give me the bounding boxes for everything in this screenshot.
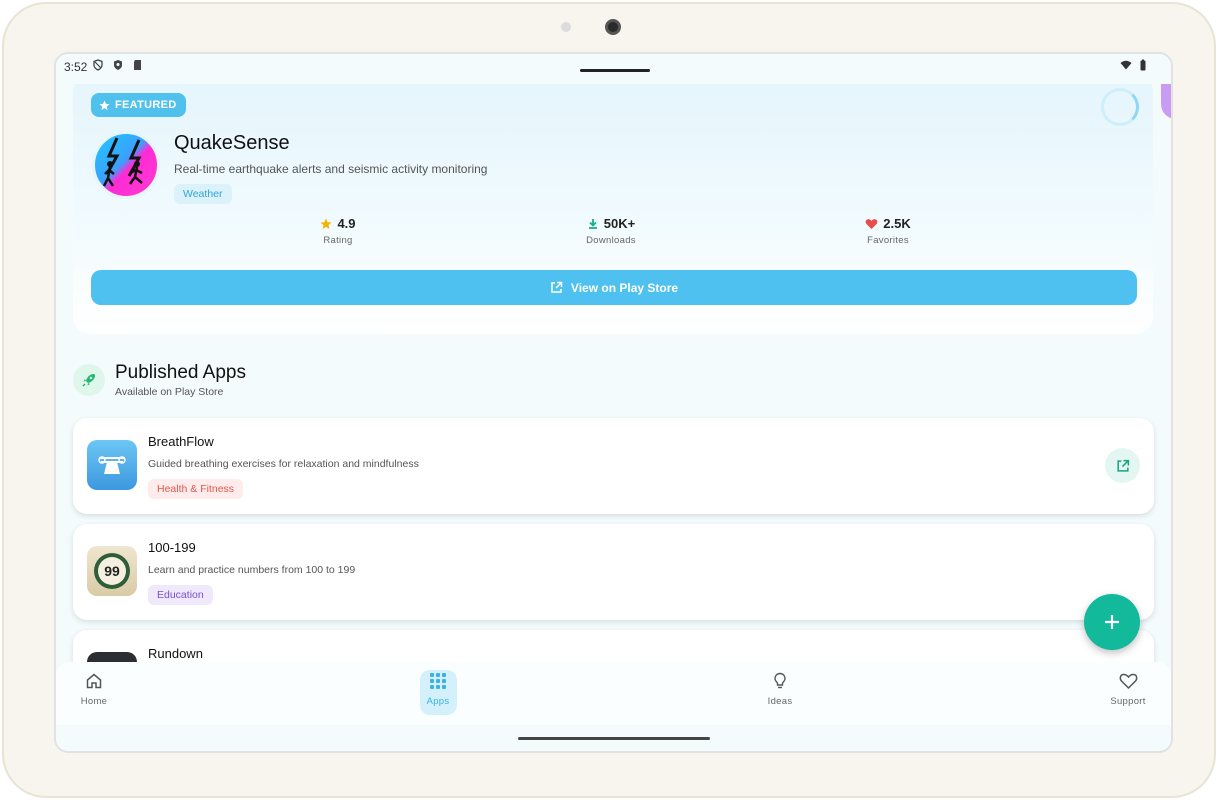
heart-outline-icon	[1119, 673, 1137, 690]
nav-label: Support	[1110, 696, 1146, 707]
featured-app-icon	[92, 131, 160, 199]
nav-label: Ideas	[767, 696, 793, 707]
loading-spinner	[1101, 88, 1139, 126]
quake-runner-icon	[102, 137, 143, 187]
featured-app-name: QuakeSense	[174, 132, 290, 154]
front-camera	[605, 19, 621, 35]
bottom-navigation: Home Apps Ideas Support	[56, 662, 1171, 725]
apps-grid-icon	[430, 673, 446, 689]
nav-home[interactable]: Home	[64, 670, 124, 707]
category-chip: Health & Fitness	[148, 479, 244, 499]
view-on-play-store-button[interactable]: View on Play Store	[91, 270, 1137, 305]
featured-app-description: Real-time earthquake alerts and seismic …	[174, 162, 488, 176]
add-app-fab[interactable]	[1084, 594, 1140, 650]
stat-label: Rating	[323, 235, 353, 246]
sensor-dot	[561, 22, 571, 32]
status-bar: 3:52	[56, 54, 1171, 84]
decorative-blob	[1161, 84, 1171, 119]
nav-support[interactable]: Support	[1098, 670, 1158, 707]
stat-favorites: 2.5K Favorites	[828, 216, 948, 246]
stat-label: Downloads	[586, 235, 636, 246]
open-external-button[interactable]	[1105, 448, 1140, 483]
stat-value: 4.9	[337, 216, 356, 231]
section-title: Published Apps	[115, 362, 246, 383]
plus-icon	[1105, 615, 1119, 629]
lightbulb-icon	[774, 672, 786, 689]
heart-icon	[865, 218, 878, 229]
top-handle	[580, 69, 650, 72]
nav-ideas[interactable]: Ideas	[750, 670, 810, 707]
status-time: 3:52	[64, 60, 88, 74]
stat-downloads: 50K+ Downloads	[551, 216, 671, 246]
stat-label: Favorites	[867, 235, 909, 246]
screen: 3:52 FEATURED QuakeSense Real-time earth…	[54, 52, 1173, 753]
home-icon	[86, 673, 102, 689]
app-name: BreathFlow	[148, 434, 214, 449]
featured-stats: 4.9 Rating 50K+ Downloads 2.5K Favorites	[73, 216, 1153, 266]
breathflow-app-icon	[87, 440, 137, 490]
app-card-rundown[interactable]: Rundown	[73, 630, 1154, 664]
app-name: 100-199	[148, 540, 196, 555]
tablet-frame: 3:52 FEATURED QuakeSense Real-time earth…	[2, 2, 1216, 798]
stat-value: 2.5K	[883, 216, 911, 231]
category-chip: Education	[148, 585, 213, 605]
app-description: Learn and practice numbers from 100 to 1…	[148, 564, 356, 576]
external-link-icon	[1116, 459, 1129, 472]
app-card-100-199[interactable]: 99 100-199 Learn and practice numbers fr…	[73, 524, 1154, 620]
app-name: Rundown	[148, 646, 203, 661]
stat-value: 50K+	[603, 216, 636, 231]
featured-badge-label: FEATURED	[115, 99, 177, 111]
numbers-app-icon-text: 99	[104, 563, 120, 579]
stat-rating: 4.9 Rating	[278, 216, 398, 246]
gesture-home-bar[interactable]	[518, 737, 710, 740]
vpn-shield-icon	[93, 59, 103, 71]
download-icon	[588, 218, 597, 229]
security-shield-icon	[114, 60, 122, 70]
featured-badge: FEATURED	[91, 93, 187, 117]
wifi-icon	[1120, 60, 1132, 70]
star-icon	[99, 99, 110, 110]
nav-label: Home	[80, 696, 108, 707]
app-card-breathflow[interactable]: BreathFlow Guided breathing exercises fo…	[73, 418, 1154, 514]
rocket-icon	[73, 364, 105, 396]
numbers-app-icon: 99	[87, 546, 137, 596]
section-subtitle: Available on Play Store	[115, 386, 224, 398]
sd-card-icon	[134, 60, 141, 70]
star-icon	[320, 218, 332, 229]
app-description: Guided breathing exercises for relaxatio…	[148, 458, 419, 470]
play-store-button-label: View on Play Store	[570, 280, 679, 295]
nav-label: Apps	[426, 696, 450, 707]
main-content[interactable]: FEATURED QuakeSense Real-time earthquake…	[56, 84, 1171, 664]
nav-apps[interactable]: Apps	[408, 670, 468, 707]
battery-icon	[1140, 59, 1146, 71]
external-link-icon	[551, 281, 563, 293]
featured-card: FEATURED QuakeSense Real-time earthquake…	[73, 84, 1171, 334]
category-chip: Weather	[174, 184, 232, 204]
